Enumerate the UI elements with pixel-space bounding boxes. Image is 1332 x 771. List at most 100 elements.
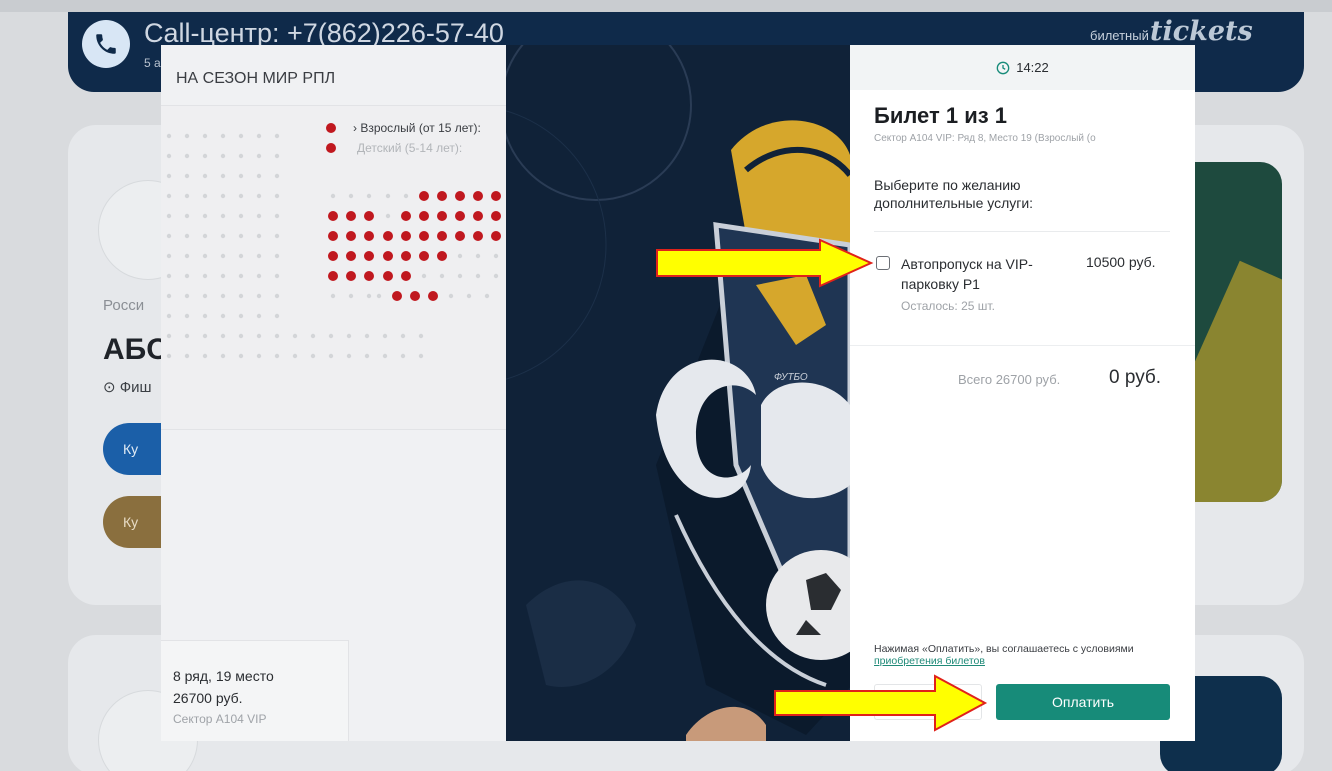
available-seat[interactable] (491, 191, 501, 201)
seat[interactable] (348, 293, 354, 299)
seat[interactable] (238, 173, 244, 179)
available-seat[interactable] (455, 231, 465, 241)
seat[interactable] (238, 273, 244, 279)
available-seat[interactable] (401, 231, 411, 241)
seat[interactable] (220, 273, 226, 279)
available-seat[interactable] (328, 211, 338, 221)
available-seat[interactable] (383, 231, 393, 241)
seat[interactable] (184, 193, 190, 199)
seat[interactable] (220, 133, 226, 139)
seat[interactable] (220, 153, 226, 159)
available-seat[interactable] (401, 211, 411, 221)
seat[interactable] (184, 133, 190, 139)
seat[interactable] (220, 293, 226, 299)
available-seat[interactable] (437, 251, 447, 261)
seat[interactable] (403, 193, 409, 199)
seat[interactable] (238, 293, 244, 299)
seat[interactable] (220, 173, 226, 179)
seat[interactable] (346, 353, 352, 359)
available-seat[interactable] (419, 211, 429, 221)
available-seat[interactable] (455, 191, 465, 201)
seat[interactable] (238, 193, 244, 199)
seat[interactable] (202, 233, 208, 239)
seat[interactable] (184, 293, 190, 299)
seat[interactable] (274, 273, 280, 279)
seat[interactable] (418, 333, 424, 339)
available-seat[interactable] (328, 231, 338, 241)
seat[interactable] (184, 173, 190, 179)
seat[interactable] (166, 213, 172, 219)
seat[interactable] (400, 333, 406, 339)
seat[interactable] (376, 293, 382, 299)
seat[interactable] (256, 233, 262, 239)
seat[interactable] (310, 333, 316, 339)
available-seat[interactable] (473, 211, 483, 221)
seat[interactable] (439, 273, 445, 279)
seat[interactable] (256, 213, 262, 219)
seat[interactable] (238, 353, 244, 359)
seat[interactable] (274, 333, 280, 339)
seat[interactable] (202, 173, 208, 179)
seat[interactable] (328, 333, 334, 339)
available-seat[interactable] (491, 231, 501, 241)
seat[interactable] (493, 273, 499, 279)
service-name[interactable]: Автопропуск на VIP-парковку Р1 (901, 254, 1041, 294)
seat[interactable] (238, 213, 244, 219)
seat[interactable] (274, 293, 280, 299)
seat[interactable] (166, 273, 172, 279)
available-seat[interactable] (419, 231, 429, 241)
seat[interactable] (166, 293, 172, 299)
seat[interactable] (274, 213, 280, 219)
available-seat[interactable] (473, 231, 483, 241)
seat[interactable] (202, 273, 208, 279)
seat[interactable] (274, 353, 280, 359)
seat[interactable] (184, 273, 190, 279)
seat[interactable] (202, 213, 208, 219)
seat-map[interactable]: › Взрослый (от 15 лет): Детский (5-14 ле… (161, 105, 506, 430)
seat[interactable] (274, 173, 280, 179)
available-seat[interactable] (419, 251, 429, 261)
seat[interactable] (166, 133, 172, 139)
seat[interactable] (184, 333, 190, 339)
available-seat[interactable] (392, 291, 402, 301)
seat[interactable] (220, 233, 226, 239)
available-seat[interactable] (401, 271, 411, 281)
seat[interactable] (328, 353, 334, 359)
seat[interactable] (166, 173, 172, 179)
available-seat[interactable] (364, 231, 374, 241)
seat[interactable] (256, 133, 262, 139)
seat[interactable] (274, 233, 280, 239)
seat[interactable] (256, 273, 262, 279)
seat[interactable] (166, 353, 172, 359)
seat[interactable] (475, 273, 481, 279)
seat[interactable] (202, 293, 208, 299)
seat[interactable] (457, 253, 463, 259)
seat[interactable] (220, 213, 226, 219)
available-seat[interactable] (383, 271, 393, 281)
seat[interactable] (202, 193, 208, 199)
seat[interactable] (292, 333, 298, 339)
available-seat[interactable] (437, 211, 447, 221)
seat[interactable] (202, 353, 208, 359)
seat[interactable] (364, 333, 370, 339)
available-seat[interactable] (328, 271, 338, 281)
seat[interactable] (457, 273, 463, 279)
seat[interactable] (385, 213, 391, 219)
seat[interactable] (220, 253, 226, 259)
tickets-logo[interactable]: tickets (1150, 16, 1253, 47)
available-seat[interactable] (473, 191, 483, 201)
seat[interactable] (256, 333, 262, 339)
seat[interactable] (166, 193, 172, 199)
available-seat[interactable] (346, 251, 356, 261)
available-seat[interactable] (455, 211, 465, 221)
seat[interactable] (220, 333, 226, 339)
seat[interactable] (166, 233, 172, 239)
available-seat[interactable] (328, 251, 338, 261)
seat[interactable] (202, 313, 208, 319)
available-seat[interactable] (364, 271, 374, 281)
seat[interactable] (256, 353, 262, 359)
seat[interactable] (418, 353, 424, 359)
available-seat[interactable] (491, 211, 501, 221)
seat[interactable] (238, 253, 244, 259)
seat[interactable] (256, 173, 262, 179)
